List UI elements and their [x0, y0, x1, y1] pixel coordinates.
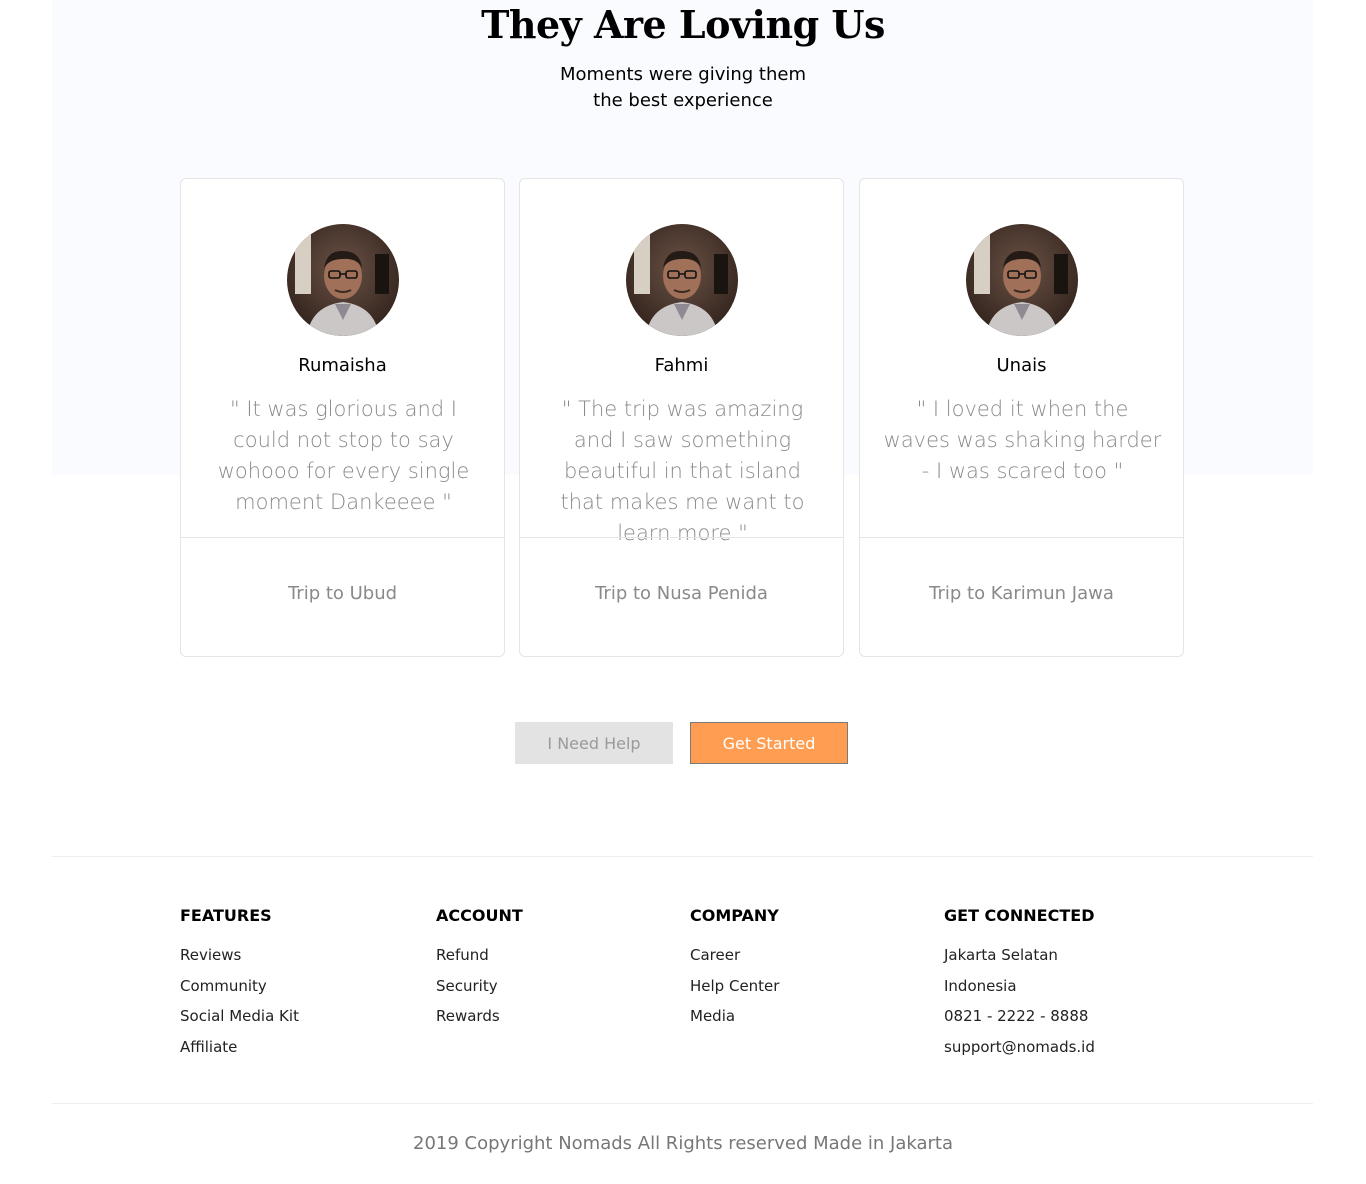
reviewer-name: Unais — [996, 355, 1047, 376]
footer-address-city: Jakarta Selatan — [944, 946, 1058, 964]
footer-link-career[interactable]: Career — [690, 940, 779, 971]
trip-label: Trip to Karimun Jawa — [929, 583, 1114, 604]
reviewer-name: Fahmi — [654, 355, 709, 376]
footer-link-media[interactable]: Media — [690, 1001, 779, 1032]
section-subtitle-line-1: Moments were giving them — [559, 64, 807, 85]
section-subtitle-line-2: the best experience — [593, 90, 773, 111]
footer-heading: FEATURES — [180, 906, 272, 925]
footer-phone[interactable]: 0821 - 2222 - 8888 — [944, 1001, 1095, 1032]
testimonial-card-rumaisha: Rumaisha " It was glorious and I could n… — [180, 178, 505, 657]
footer-link-community[interactable]: Community — [180, 971, 299, 1002]
trip-label: Trip to Nusa Penida — [595, 583, 768, 604]
need-help-button[interactable]: I Need Help — [515, 722, 673, 764]
footer-email[interactable]: support@nomads.id — [944, 1032, 1095, 1063]
footer-link-security[interactable]: Security — [436, 971, 523, 1002]
avatar — [287, 224, 399, 336]
section-subtitle: Moments were giving them the best experi… — [0, 62, 1366, 114]
get-started-button[interactable]: Get Started — [690, 722, 848, 764]
footer-link-social-media-kit[interactable]: Social Media Kit — [180, 1001, 299, 1032]
footer-heading: GET CONNECTED — [944, 906, 1095, 925]
review-quote: " The trip was amazing and I saw somethi… — [560, 397, 805, 545]
footer-bottom-divider — [52, 1103, 1313, 1104]
testimonial-card-fahmi: Fahmi " The trip was amazing and I saw s… — [519, 178, 844, 657]
footer-column-get-connected: GET CONNECTED Jakarta Selatan Indonesia … — [944, 906, 1095, 1062]
footer-address-country: Indonesia — [944, 976, 1017, 995]
card-divider — [181, 537, 504, 538]
reviewer-name: Rumaisha — [298, 355, 387, 376]
card-divider — [520, 537, 843, 538]
footer-column-account: ACCOUNT Refund Security Rewards — [436, 906, 523, 1032]
footer-top-divider — [52, 856, 1313, 857]
footer-link-affiliate[interactable]: Affiliate — [180, 1032, 299, 1063]
copyright-text: 2019 Copyright Nomads All Rights reserve… — [413, 1133, 953, 1154]
footer-heading: ACCOUNT — [436, 906, 523, 925]
footer-link-reviews[interactable]: Reviews — [180, 940, 299, 971]
footer-column-company: COMPANY Career Help Center Media — [690, 906, 779, 1032]
footer-heading: COMPANY — [690, 906, 779, 925]
avatar — [966, 224, 1078, 336]
footer-column-features: FEATURES Reviews Community Social Media … — [180, 906, 299, 1062]
avatar — [626, 224, 738, 336]
footer-link-rewards[interactable]: Rewards — [436, 1001, 523, 1032]
section-title: They Are Loving Us — [481, 2, 885, 47]
trip-label: Trip to Ubud — [287, 583, 398, 604]
footer-link-refund[interactable]: Refund — [436, 940, 523, 971]
footer-link-help-center[interactable]: Help Center — [690, 971, 779, 1002]
testimonial-card-unais: Unais " I loved it when the waves was sh… — [859, 178, 1184, 657]
card-divider — [860, 537, 1183, 538]
review-quote: " I loved it when the waves was shaking … — [883, 397, 1162, 483]
review-quote: " It was glorious and I could not stop t… — [217, 397, 470, 514]
